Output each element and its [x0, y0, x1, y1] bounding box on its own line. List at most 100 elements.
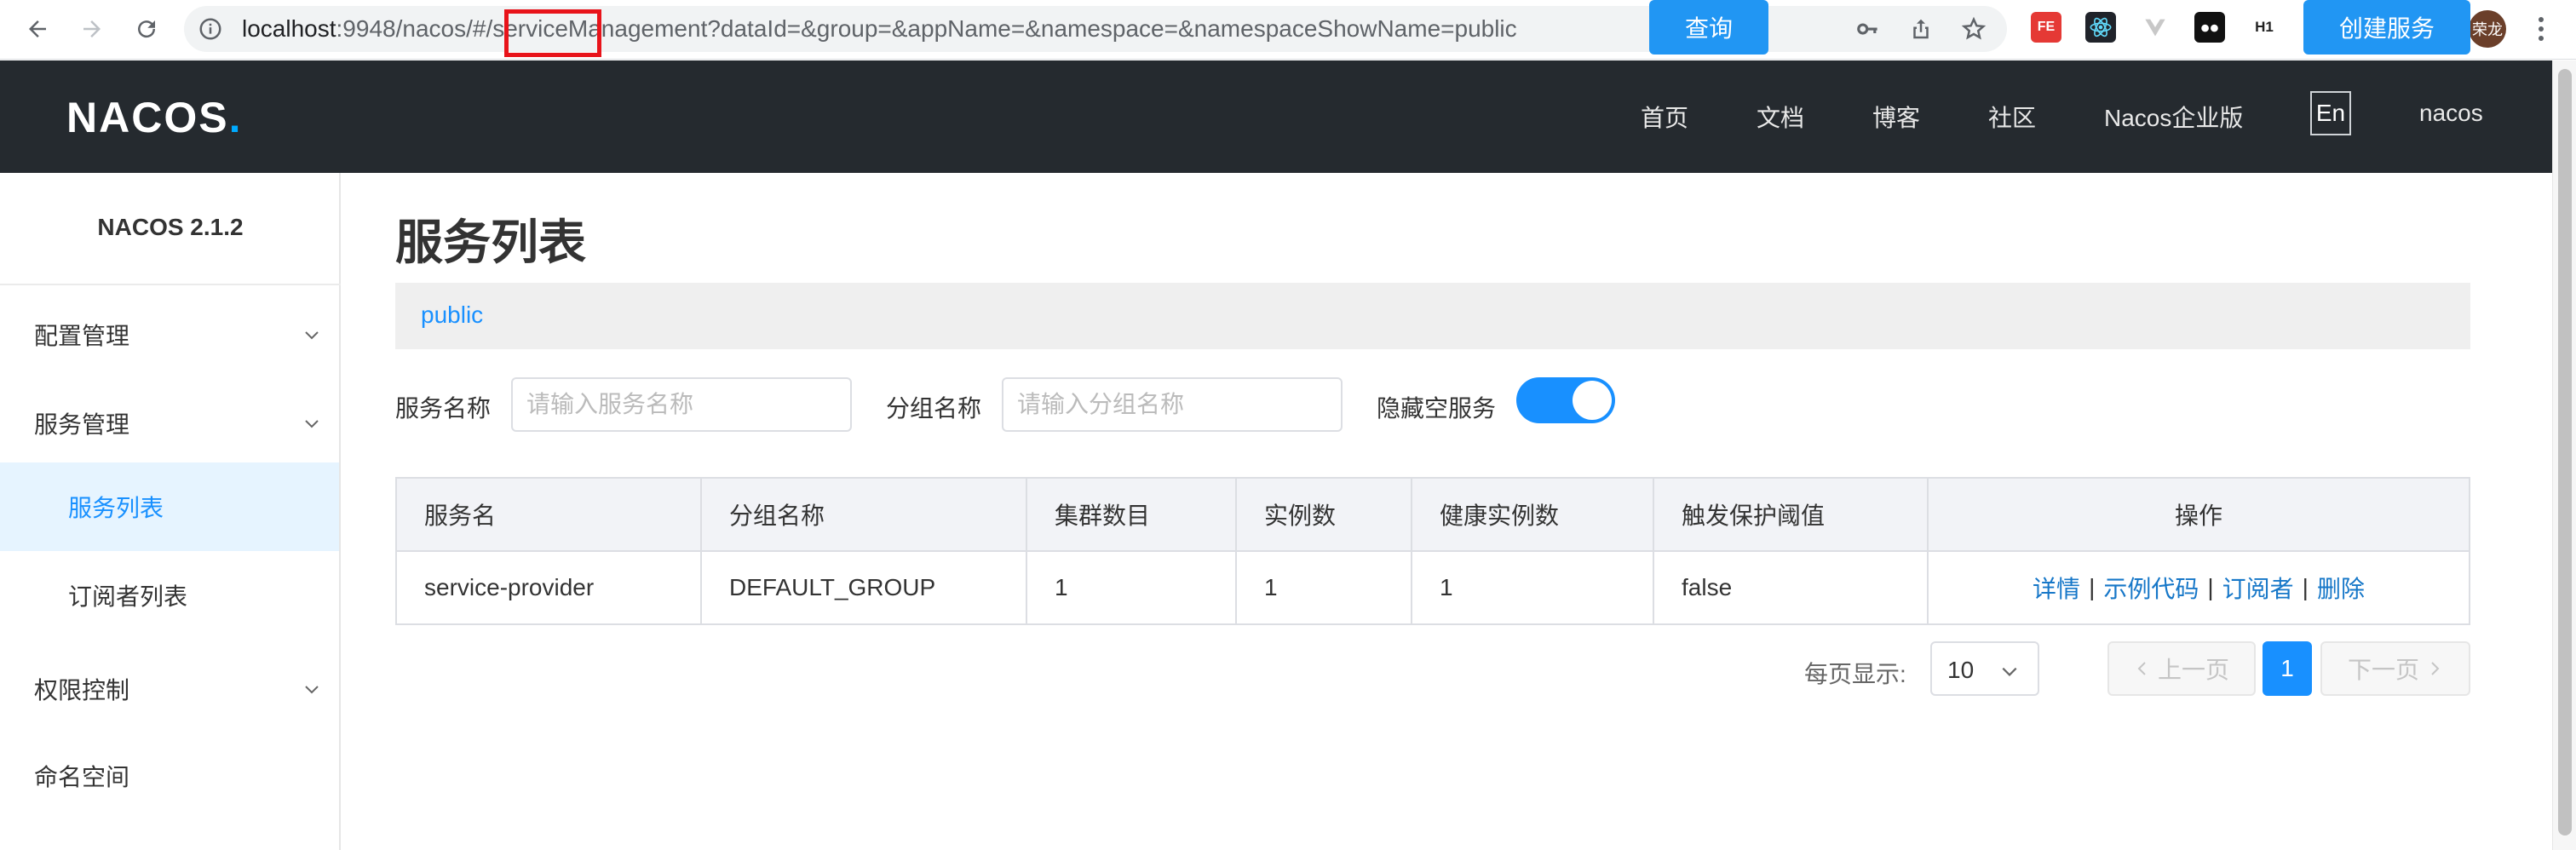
query-button[interactable]: 查询	[1649, 0, 1768, 55]
sidebar-item-namespace[interactable]: 命名空间	[0, 732, 339, 820]
avatar-label: 荣龙	[2472, 21, 2503, 38]
reader-extension-icon[interactable]	[2194, 12, 2225, 43]
url-host: localhost	[242, 15, 336, 42]
profile-avatar[interactable]: 荣龙	[2469, 10, 2506, 48]
service-name-label: 服务名称	[395, 395, 492, 422]
service-name-cell: service-provider	[397, 552, 702, 623]
reload-button[interactable]	[129, 12, 164, 46]
arrow-left-icon	[29, 20, 46, 37]
info-icon[interactable]	[198, 16, 223, 42]
sidebar-item-label: 配置管理	[34, 323, 130, 349]
star-icon[interactable]	[1961, 16, 1987, 42]
page-number-label: 1	[2280, 655, 2294, 681]
page-size-select[interactable]: 10	[1930, 641, 2039, 696]
react-devtools-icon[interactable]	[2085, 12, 2116, 43]
chevron-left-icon	[2137, 662, 2146, 675]
column-header: 触发保护阈值	[1654, 479, 1929, 550]
chevron-down-icon	[305, 420, 319, 428]
h1-extension-icon[interactable]: H1	[2249, 12, 2280, 43]
next-page-label: 下一页	[2347, 657, 2419, 683]
group-name-input[interactable]	[1002, 377, 1343, 432]
group-cell: DEFAULT_GROUP	[702, 552, 1027, 623]
namespace-bar: public	[395, 283, 2470, 349]
user-menu[interactable]: nacos	[2419, 100, 2483, 127]
cluster-count-cell: 1	[1027, 552, 1237, 623]
table-row: service-provider DEFAULT_GROUP 1 1 1 fal…	[397, 552, 2469, 623]
delete-link[interactable]: 删除	[2317, 571, 2365, 605]
back-button[interactable]	[20, 12, 55, 46]
sample-code-link[interactable]: 示例代码	[2103, 571, 2199, 605]
react-logo-icon	[2090, 17, 2112, 37]
reload-icon	[138, 20, 156, 38]
page-size-label: 每页显示:	[1804, 661, 1906, 687]
menu-dot-icon	[2539, 17, 2544, 22]
group-name-label: 分组名称	[886, 395, 982, 422]
page-number-current[interactable]: 1	[2263, 641, 2312, 696]
page-title: 服务列表	[395, 215, 586, 269]
version-label: NACOS 2.1.2	[97, 214, 244, 240]
key-icon[interactable]	[1855, 16, 1881, 42]
sidebar: NACOS 2.1.2 配置管理 服务管理 服务列表 订阅者列表 权限控制 命名…	[0, 173, 341, 850]
share-icon[interactable]	[1908, 16, 1934, 42]
language-switch-button[interactable]: En	[2310, 91, 2351, 135]
service-name-input[interactable]	[511, 377, 852, 432]
sidebar-item-service-list[interactable]: 服务列表	[0, 462, 339, 551]
menu-dot-icon	[2539, 36, 2544, 41]
create-service-label: 创建服务	[2338, 15, 2435, 42]
chevron-down-icon	[2002, 667, 2017, 676]
hide-empty-label: 隐藏空服务	[1377, 395, 1497, 422]
details-link[interactable]: 详情	[2033, 571, 2080, 605]
subscribers-link[interactable]: 订阅者	[2222, 571, 2294, 605]
table-header: 服务名 分组名称 集群数目 实例数 健康实例数 触发保护阈值 操作	[397, 479, 2469, 552]
create-service-button[interactable]: 创建服务	[2303, 0, 2470, 55]
column-header: 操作	[2174, 503, 2222, 529]
chevron-right-icon	[2431, 662, 2440, 675]
sidebar-item-label: 命名空间	[34, 764, 130, 790]
nav-home[interactable]: 首页	[1641, 100, 1688, 134]
fe-extension-icon[interactable]: FE	[2031, 12, 2061, 43]
sidebar-item-label: 权限控制	[34, 677, 130, 704]
browser-menu-button[interactable]	[2528, 12, 2554, 46]
column-header: 健康实例数	[1412, 479, 1654, 550]
sidebar-item-label: 服务列表	[68, 495, 164, 521]
column-header: 集群数目	[1027, 479, 1237, 550]
app-header: NACOS. 首页 文档 博客 社区 Nacos企业版 En nacos	[0, 60, 2552, 173]
logo-dot: .	[228, 94, 243, 141]
actions-cell: 详情 | 示例代码 | 订阅者 | 删除	[1929, 552, 2469, 623]
service-table: 服务名 分组名称 集群数目 实例数 健康实例数 触发保护阈值 操作 servic…	[395, 477, 2470, 625]
nav-community[interactable]: 社区	[1988, 100, 2036, 134]
url-text[interactable]: localhost:9948/nacos/#/serviceManagement…	[242, 17, 1517, 41]
page-scrollbar[interactable]	[2552, 60, 2576, 850]
sidebar-item-label: 服务管理	[34, 411, 130, 438]
action-separator: |	[2302, 574, 2309, 600]
column-header: 服务名	[397, 479, 702, 550]
menu-dot-icon	[2539, 26, 2544, 32]
prev-page-button[interactable]: 上一页	[2107, 641, 2256, 696]
vue-devtools-icon[interactable]	[2140, 12, 2171, 43]
prev-page-label: 上一页	[2157, 657, 2229, 683]
h1-extension-label: H1	[2255, 19, 2274, 35]
hide-empty-toggle[interactable]	[1516, 377, 1615, 423]
namespace-link[interactable]: public	[421, 302, 483, 329]
nacos-logo[interactable]: NACOS.	[66, 93, 242, 142]
healthy-count-cell: 1	[1412, 552, 1654, 623]
scrollbar-thumb[interactable]	[2558, 69, 2572, 836]
fe-extension-label: FE	[2037, 20, 2056, 34]
sidebar-item-config-management[interactable]: 配置管理	[0, 290, 339, 379]
sidebar-item-label: 订阅者列表	[68, 583, 188, 610]
sidebar-item-subscriber-list[interactable]: 订阅者列表	[0, 551, 339, 640]
nav-blog[interactable]: 博客	[1872, 100, 1920, 134]
threshold-cell: false	[1654, 552, 1929, 623]
sidebar-item-access-control[interactable]: 权限控制	[0, 645, 339, 733]
chevron-down-icon	[305, 331, 319, 340]
forward-button[interactable]	[75, 12, 109, 46]
page-size-value: 10	[1947, 657, 1975, 683]
toggle-knob	[1573, 381, 1612, 420]
browser-toolbar: localhost:9948/nacos/#/serviceManagement…	[0, 0, 2576, 60]
next-page-button[interactable]: 下一页	[2320, 641, 2470, 696]
port-highlight-box	[504, 9, 601, 57]
sidebar-item-service-management[interactable]: 服务管理	[0, 379, 339, 468]
sidebar-divider	[0, 284, 341, 285]
nav-enterprise[interactable]: Nacos企业版	[2104, 100, 2243, 134]
nav-docs[interactable]: 文档	[1757, 100, 1804, 134]
